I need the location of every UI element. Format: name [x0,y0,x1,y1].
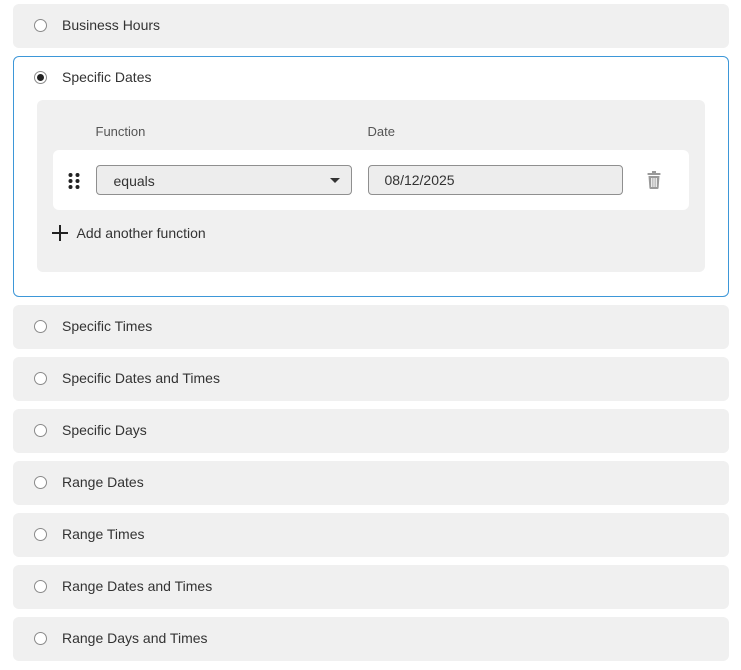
trash-icon[interactable] [647,170,661,189]
radio-specific-days[interactable] [34,424,47,437]
radio-range-days-and-times[interactable] [34,632,47,645]
radio-specific-dates[interactable] [34,71,47,84]
radio-range-dates[interactable] [34,476,47,489]
radio-specific-times[interactable] [34,320,47,333]
functions-panel: Function Date equals 08/12/2025 Add anot… [36,99,705,272]
function-select-value: equals [113,172,155,189]
option-business-hours[interactable]: Business Hours [13,4,729,48]
radio-range-times[interactable] [34,528,47,541]
option-label: Range Dates [62,474,144,490]
chevron-down-icon [329,177,340,183]
date-column-header: Date [367,123,395,139]
radio-range-dates-and-times[interactable] [34,580,47,593]
option-range-dates[interactable]: Range Dates [13,461,729,505]
function-column-header: Function [95,123,146,139]
option-specific-dates[interactable]: Specific Dates Function Date equals 08/1… [13,56,729,297]
radio-specific-dates-and-times[interactable] [34,372,47,385]
option-label: Specific Times [62,318,153,334]
add-function-label: Add another function [76,224,206,241]
date-input[interactable] [367,164,623,195]
option-label: Specific Days [62,422,147,438]
option-label: Range Times [62,526,145,542]
plus-icon [51,224,68,241]
drag-handle-icon[interactable] [67,172,81,190]
option-specific-days[interactable]: Specific Days [13,409,729,453]
function-row: equals [52,149,689,210]
radio-business-hours[interactable] [34,19,47,32]
function-select[interactable]: equals [95,164,352,195]
option-label: Specific Dates and Times [62,370,220,386]
option-range-dates-and-times[interactable]: Range Dates and Times [13,565,729,609]
option-specific-times[interactable]: Specific Times [13,305,729,349]
option-label: Business Hours [62,17,161,33]
option-specific-dates-and-times[interactable]: Specific Dates and Times [13,357,729,401]
option-label: Range Days and Times [62,630,208,646]
option-label: Range Dates and Times [62,578,213,594]
option-range-times[interactable]: Range Times [13,513,729,557]
option-label: Specific Dates [62,69,152,85]
option-range-days-and-times[interactable]: Range Days and Times [13,617,729,661]
